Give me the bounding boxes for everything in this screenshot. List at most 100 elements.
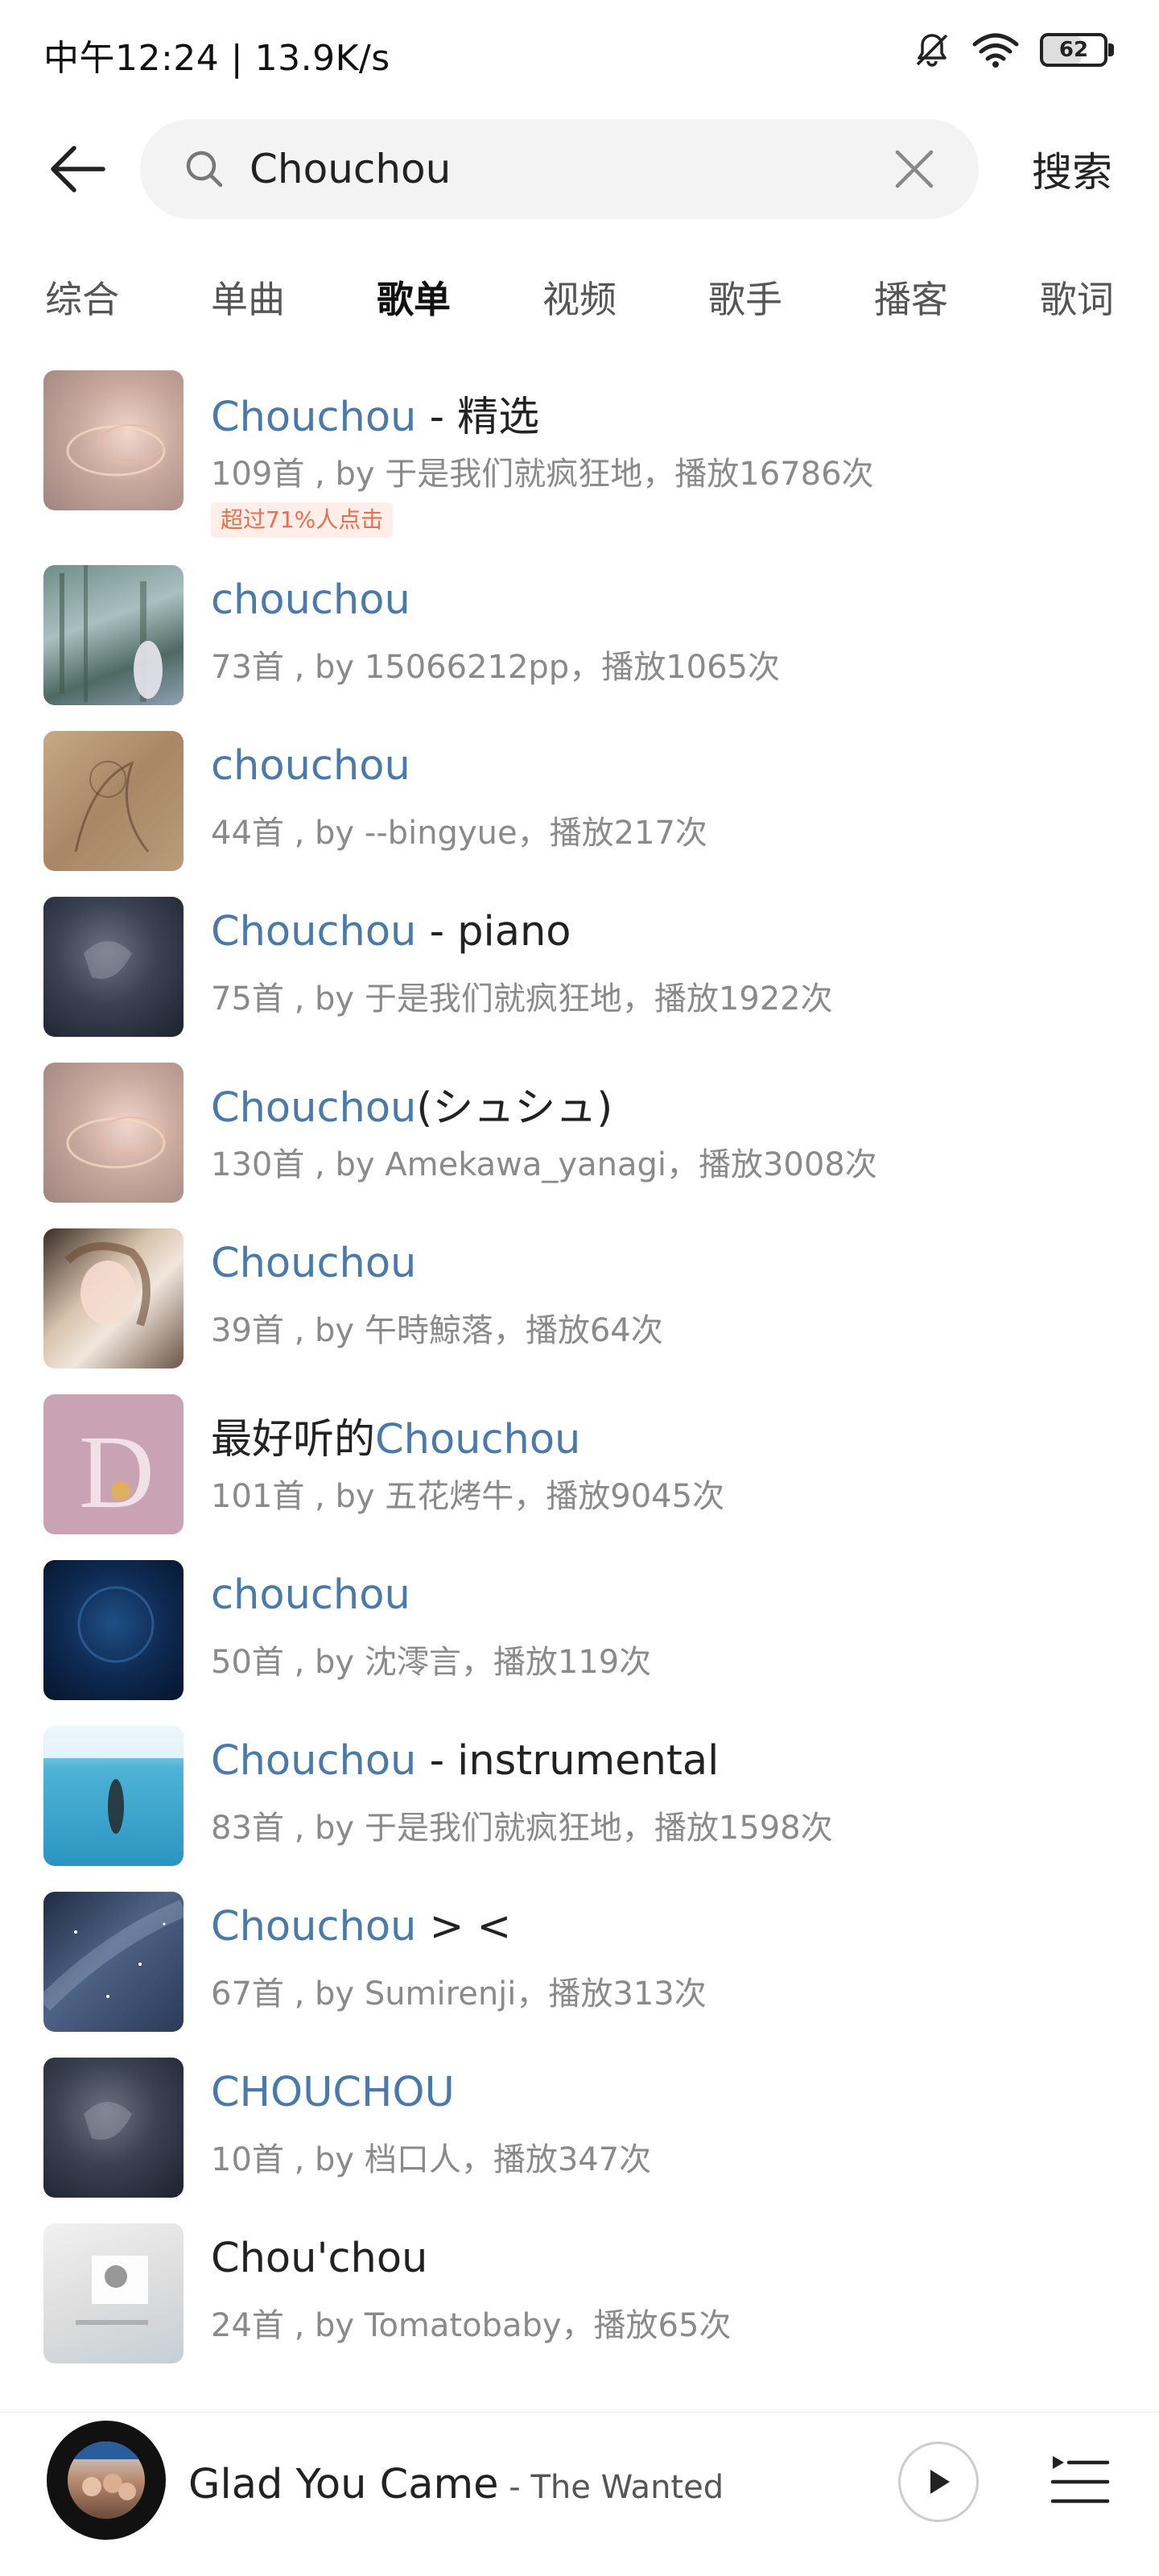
playlist-cover xyxy=(43,370,184,510)
playlist-cover xyxy=(43,1560,184,1700)
playlist-meta: 75首 , by 于是我们就疯狂地，播放1922次 xyxy=(211,980,833,1018)
song-title: Glad You Came xyxy=(188,2461,499,2508)
tab-videos[interactable]: 视频 xyxy=(542,270,617,324)
playlist-meta: 24首 , by Tomatobaby，播放65次 xyxy=(211,2307,732,2344)
battery-icon: 62 xyxy=(1040,33,1114,67)
playlist-title: Chouchou - instrumental xyxy=(211,1737,719,1785)
result-tabs: 综合 单曲 歌单 视频 歌手 播客 歌词 xyxy=(0,256,1159,345)
playlist-title: Chouchou - 精选 xyxy=(211,383,539,443)
play-button[interactable] xyxy=(898,2442,979,2522)
wifi-icon xyxy=(972,33,1019,68)
tab-songs[interactable]: 单曲 xyxy=(211,270,285,324)
playlist-title: chouchou xyxy=(211,742,410,790)
search-button[interactable]: 搜索 xyxy=(1032,140,1112,198)
bell-off-icon xyxy=(916,34,948,67)
search-icon xyxy=(186,151,223,188)
title-highlight: Chouchou xyxy=(211,1084,417,1132)
title-rest: - instrumental xyxy=(416,1737,720,1785)
playlist-cover xyxy=(43,731,184,871)
title-highlight: Chouchou xyxy=(375,1416,581,1463)
tab-label: 歌手 xyxy=(708,278,782,321)
playlist-title: chouchou xyxy=(211,576,410,624)
title-highlight: Chouchou xyxy=(211,1240,417,1287)
tab-podcasts[interactable]: 播客 xyxy=(874,270,948,324)
playlist-title: chouchou xyxy=(211,1571,410,1619)
title-rest: - piano xyxy=(416,908,571,956)
tab-comprehensive[interactable]: 综合 xyxy=(45,270,119,324)
status-time: 中午12:24 | 13.9K/s xyxy=(43,38,390,79)
playlist-title: CHOUCHOU xyxy=(211,2069,455,2116)
playlist-cover: D xyxy=(43,1394,184,1534)
title-highlight: chouchou xyxy=(211,742,410,790)
tab-label: 单曲 xyxy=(211,278,285,321)
title-highlight: Chouchou xyxy=(211,908,417,956)
title-highlight: Chouchou xyxy=(211,1903,417,1951)
click-rate-badge: 超过71%人点击 xyxy=(211,502,394,538)
title-separator: - xyxy=(498,2469,531,2506)
artist-name: The Wanted xyxy=(530,2469,724,2506)
status-icons: 62 xyxy=(913,31,1114,69)
playlist-title: Chouchou xyxy=(211,1240,416,1287)
search-input[interactable] xyxy=(250,119,861,219)
playlist-cover xyxy=(43,1726,184,1866)
title-rest: (シュシュ) xyxy=(416,1084,613,1132)
now-playing[interactable]: Glad You Came - The Wanted xyxy=(188,2461,724,2508)
mini-player[interactable]: Glad You Came - The Wanted xyxy=(0,2412,1159,2576)
playlist-meta: 73首 , by 15066212pp，播放1065次 xyxy=(211,649,780,686)
clear-button[interactable] xyxy=(892,147,937,192)
tab-playlists[interactable]: 歌单 xyxy=(373,270,454,330)
playlist-cover xyxy=(43,2223,184,2363)
tab-label: 歌单 xyxy=(377,278,451,321)
playlist-title: Chou'chou xyxy=(211,2235,427,2282)
battery-level: 62 xyxy=(1058,38,1089,62)
title-rest: - 精选 xyxy=(416,394,540,441)
playlist-meta: 10首 , by 档口人，播放347次 xyxy=(211,2141,652,2178)
title-highlight: chouchou xyxy=(211,1571,410,1619)
list-item[interactable]: Chouchou 39首 , by 午時鯨落，播放64次 xyxy=(0,1228,1159,1394)
play-icon xyxy=(930,2470,950,2494)
tab-label: 歌词 xyxy=(1040,278,1114,321)
playlist-cover xyxy=(43,1063,184,1203)
playlist-icon[interactable] xyxy=(1050,2451,1111,2512)
list-item[interactable]: Chouchou - instrumental 83首 , by 于是我们就疯狂… xyxy=(0,1726,1159,1892)
title-highlight: Chouchou xyxy=(211,394,417,441)
title-rest: > < xyxy=(416,1903,512,1951)
list-item[interactable]: Chou'chou 24首 , by Tomatobaby，播放65次 xyxy=(0,2223,1159,2389)
title-rest: Chou'chou xyxy=(211,2235,428,2282)
playlist-meta: 109首 , by 于是我们就疯狂地，播放16786次 xyxy=(211,456,874,493)
playlist-meta: 67首 , by Sumirenji，播放313次 xyxy=(211,1975,707,2013)
tab-artists[interactable]: 歌手 xyxy=(708,270,782,324)
playlist-meta: 101首 , by 五花烤牛，播放9045次 xyxy=(211,1478,725,1515)
playlist-meta: 39首 , by 午時鯨落，播放64次 xyxy=(211,1312,663,1349)
screen: 中午12:24 | 13.9K/s 62 Chouchou 搜索 综合 单曲 歌… xyxy=(0,0,1159,2576)
list-item[interactable]: D 最好听的Chouchou 101首 , by 五花烤牛，播放9045次 xyxy=(0,1394,1159,1560)
list-item[interactable]: CHOUCHOU 10首 , by 档口人，播放347次 xyxy=(0,2058,1159,2223)
close-icon xyxy=(895,150,934,188)
playlist-cover xyxy=(43,1228,184,1368)
album-disc[interactable] xyxy=(47,2421,166,2540)
title-prefix: 最好听的 xyxy=(211,1416,376,1463)
back-button[interactable] xyxy=(40,137,113,201)
list-item[interactable]: Chouchou - piano 75首 , by 于是我们就疯狂地，播放192… xyxy=(0,897,1159,1063)
list-item[interactable]: chouchou 50首 , by 沈澪言，播放119次 xyxy=(0,1560,1159,1726)
list-item[interactable]: chouchou 73首 , by 15066212pp，播放1065次 xyxy=(0,565,1159,731)
search-box[interactable] xyxy=(140,119,979,219)
tab-label: 视频 xyxy=(542,278,617,321)
playlist-meta: 130首 , by Amekawa_yanagi，播放3008次 xyxy=(211,1146,877,1183)
tab-lyrics[interactable]: 歌词 xyxy=(1040,270,1114,324)
list-item[interactable]: Chouchou > < 67首 , by Sumirenji，播放313次 xyxy=(0,1892,1159,2058)
album-art xyxy=(68,2442,145,2519)
playlist-cover xyxy=(43,897,184,1037)
svg-text:D: D xyxy=(79,1414,155,1530)
playlist-title: Chouchou(シュシュ) xyxy=(211,1074,612,1133)
title-highlight: CHOUCHOU xyxy=(211,2069,455,2116)
list-item[interactable]: Chouchou - 精选 109首 , by 于是我们就疯狂地，播放16786… xyxy=(0,354,1159,555)
playlist-cover xyxy=(43,565,184,705)
playlist-meta: 44首 , by --bingyue，播放217次 xyxy=(211,815,707,852)
back-arrow-icon xyxy=(51,146,105,192)
tab-label: 综合 xyxy=(45,278,119,321)
playlist-cover xyxy=(43,2058,184,2198)
list-item[interactable]: Chouchou(シュシュ) 130首 , by Amekawa_yanagi，… xyxy=(0,1063,1159,1228)
status-bar: 中午12:24 | 13.9K/s 62 xyxy=(0,0,1159,105)
list-item[interactable]: chouchou 44首 , by --bingyue，播放217次 xyxy=(0,731,1159,897)
